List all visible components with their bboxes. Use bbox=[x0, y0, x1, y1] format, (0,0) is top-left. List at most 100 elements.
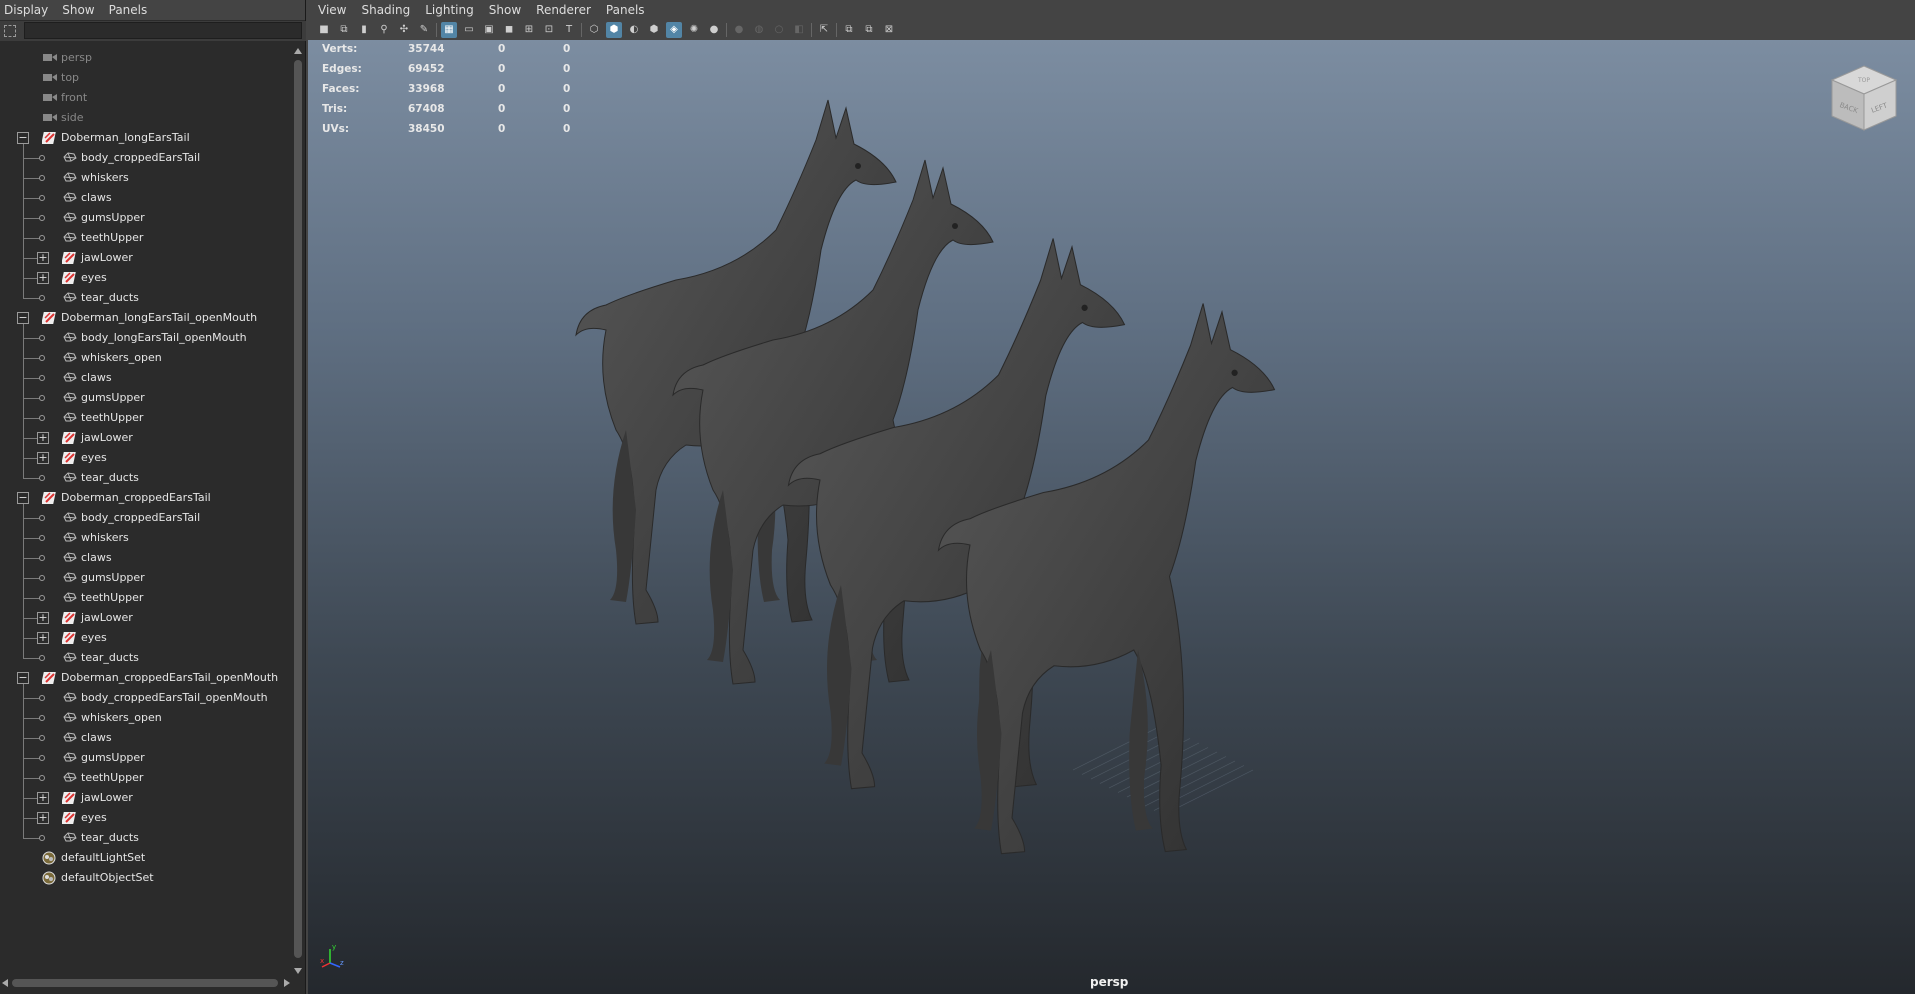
shadows-icon[interactable]: ● bbox=[706, 22, 722, 38]
outliner-item[interactable]: whiskers bbox=[0, 168, 290, 188]
wireframe-icon[interactable]: ⬡ bbox=[586, 22, 602, 38]
outliner-item[interactable]: claws bbox=[0, 368, 290, 388]
motion-blur-icon[interactable]: ◍ bbox=[751, 22, 767, 38]
camera-select-icon[interactable]: ■ bbox=[316, 22, 332, 38]
outliner-item[interactable]: + eyes bbox=[0, 448, 290, 468]
resolution-gate-icon[interactable]: ▣ bbox=[481, 22, 497, 38]
scroll-down-arrow-icon[interactable] bbox=[294, 968, 302, 974]
outliner-item[interactable]: tear_ducts bbox=[0, 828, 290, 848]
menu-view[interactable]: View bbox=[318, 3, 346, 17]
xray-active-components-icon[interactable]: ⧉ bbox=[861, 22, 877, 38]
xray-icon[interactable]: ◈ bbox=[666, 22, 682, 38]
outliner-item[interactable]: whiskers_open bbox=[0, 708, 290, 728]
menu-renderer[interactable]: Renderer bbox=[536, 3, 591, 17]
outliner-item[interactable]: teethUpper bbox=[0, 228, 290, 248]
outliner-item[interactable]: + jawLower bbox=[0, 248, 290, 268]
image-plane-icon[interactable]: ⚲ bbox=[376, 22, 392, 38]
use-default-material-icon[interactable]: ◐ bbox=[626, 22, 642, 38]
safe-action-icon[interactable]: ⊡ bbox=[541, 22, 557, 38]
collapse-toggle-icon[interactable]: − bbox=[17, 672, 29, 684]
menu-show[interactable]: Show bbox=[62, 3, 94, 17]
menu-shading[interactable]: Shading bbox=[361, 3, 410, 17]
filter-icon[interactable] bbox=[4, 25, 16, 37]
outliner-item[interactable]: claws bbox=[0, 548, 290, 568]
viewcube-top-label[interactable]: TOP bbox=[1857, 77, 1870, 84]
menu-panels[interactable]: Panels bbox=[606, 3, 645, 17]
menu-panels[interactable]: Panels bbox=[109, 3, 148, 17]
outliner-item[interactable]: body_croppedEarsTail bbox=[0, 508, 290, 528]
outliner-item[interactable]: side bbox=[0, 108, 290, 128]
scroll-up-arrow-icon[interactable] bbox=[294, 48, 302, 54]
outliner-item[interactable]: teethUpper bbox=[0, 588, 290, 608]
grease-pencil-icon[interactable]: ✎ bbox=[416, 22, 432, 38]
outliner-item[interactable]: + jawLower bbox=[0, 608, 290, 628]
outliner-item[interactable]: gumsUpper bbox=[0, 748, 290, 768]
outliner-item[interactable]: + jawLower bbox=[0, 788, 290, 808]
collapse-toggle-icon[interactable]: − bbox=[17, 132, 29, 144]
multisample-icon[interactable]: ○ bbox=[771, 22, 787, 38]
outliner-horizontal-scrollbar[interactable] bbox=[0, 976, 292, 990]
expand-toggle-icon[interactable]: + bbox=[37, 812, 49, 824]
depth-of-field-icon[interactable]: ◧ bbox=[791, 22, 807, 38]
outliner-item[interactable]: + jawLower bbox=[0, 428, 290, 448]
film-gate-icon[interactable]: ▭ bbox=[461, 22, 477, 38]
outliner-item[interactable]: − Doberman_croppedEarsTail_openMouth bbox=[0, 668, 290, 688]
outliner-item[interactable]: top bbox=[0, 68, 290, 88]
expand-toggle-icon[interactable]: + bbox=[37, 792, 49, 804]
collapse-toggle-icon[interactable]: − bbox=[17, 312, 29, 324]
outliner-item[interactable]: − Doberman_croppedEarsTail bbox=[0, 488, 290, 508]
outliner-item[interactable]: tear_ducts bbox=[0, 648, 290, 668]
expand-toggle-icon[interactable]: + bbox=[37, 432, 49, 444]
expand-toggle-icon[interactable]: + bbox=[37, 632, 49, 644]
outliner-item[interactable]: teethUpper bbox=[0, 768, 290, 788]
all-lights-icon[interactable]: ✺ bbox=[686, 22, 702, 38]
gate-mask-icon[interactable]: ◼ bbox=[501, 22, 517, 38]
outliner-item[interactable]: tear_ducts bbox=[0, 288, 290, 308]
xray-joints-icon[interactable]: ⧉ bbox=[841, 22, 857, 38]
outliner-item[interactable]: teethUpper bbox=[0, 408, 290, 428]
expand-toggle-icon[interactable]: + bbox=[37, 612, 49, 624]
outliner-item[interactable]: gumsUpper bbox=[0, 388, 290, 408]
outliner-item[interactable]: persp bbox=[0, 48, 290, 68]
outliner-item[interactable]: whiskers_open bbox=[0, 348, 290, 368]
viewcube[interactable]: TOP BACK LEFT bbox=[1826, 60, 1902, 136]
smooth-shade-icon[interactable]: ⬢ bbox=[606, 22, 622, 38]
outliner-item[interactable]: + eyes bbox=[0, 628, 290, 648]
menu-show[interactable]: Show bbox=[489, 3, 521, 17]
outliner-item[interactable]: + eyes bbox=[0, 268, 290, 288]
grid-icon[interactable]: ▦ bbox=[441, 22, 457, 38]
heads-up-display-icon[interactable]: ⊠ bbox=[881, 22, 897, 38]
outliner-item[interactable]: tear_ducts bbox=[0, 468, 290, 488]
scroll-left-arrow-icon[interactable] bbox=[2, 979, 8, 987]
outliner-item[interactable]: gumsUpper bbox=[0, 208, 290, 228]
outliner-search-input[interactable] bbox=[24, 22, 302, 39]
isolate-select-icon[interactable]: ⇱ bbox=[816, 22, 832, 38]
outliner-item[interactable]: − Doberman_longEarsTail_openMouth bbox=[0, 308, 290, 328]
outliner-item[interactable]: defaultObjectSet bbox=[0, 868, 290, 888]
outliner-item[interactable]: claws bbox=[0, 728, 290, 748]
field-chart-icon[interactable]: ⊞ bbox=[521, 22, 537, 38]
outliner-item[interactable]: + eyes bbox=[0, 808, 290, 828]
scroll-thumb[interactable] bbox=[294, 60, 302, 958]
3d-viewport[interactable]: Verts: 35744 0 0 Edges: 69452 0 0 Faces: 33968 0 0 T… bbox=[308, 40, 1915, 994]
bookmark-icon[interactable]: ▮ bbox=[356, 22, 372, 38]
outliner-item[interactable]: gumsUpper bbox=[0, 568, 290, 588]
expand-toggle-icon[interactable]: + bbox=[37, 272, 49, 284]
outliner-item[interactable]: defaultLightSet bbox=[0, 848, 290, 868]
outliner-item[interactable]: body_croppedEarsTail_openMouth bbox=[0, 688, 290, 708]
wireframe-on-shaded-icon[interactable]: ⬢ bbox=[646, 22, 662, 38]
ambient-occlusion-icon[interactable]: ● bbox=[731, 22, 747, 38]
outliner-item[interactable]: claws bbox=[0, 188, 290, 208]
expand-toggle-icon[interactable]: + bbox=[37, 252, 49, 264]
safe-title-icon[interactable]: T bbox=[561, 22, 577, 38]
menu-lighting[interactable]: Lighting bbox=[425, 3, 474, 17]
outliner-item[interactable]: front bbox=[0, 88, 290, 108]
scroll-right-arrow-icon[interactable] bbox=[284, 979, 290, 987]
outliner-vertical-scrollbar[interactable] bbox=[292, 48, 304, 976]
camera-attributes-icon[interactable]: ✣ bbox=[396, 22, 412, 38]
menu-display[interactable]: Display bbox=[4, 3, 48, 17]
camera-lock-icon[interactable]: ⧉ bbox=[336, 22, 352, 38]
expand-toggle-icon[interactable]: + bbox=[37, 452, 49, 464]
outliner-item[interactable]: body_longEarsTail_openMouth bbox=[0, 328, 290, 348]
outliner-item[interactable]: body_croppedEarsTail bbox=[0, 148, 290, 168]
